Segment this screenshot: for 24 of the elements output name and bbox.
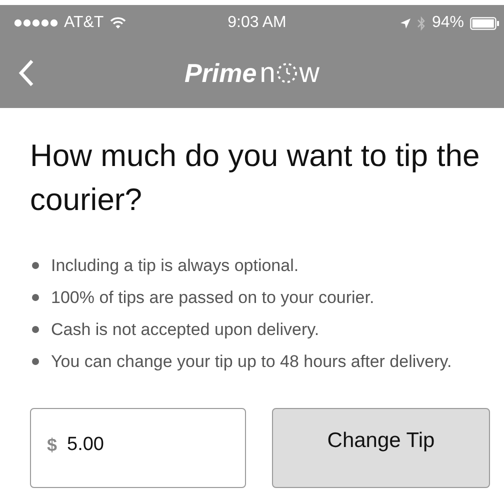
- page-heading: How much do you want to tip the courier?: [30, 137, 480, 219]
- note-text: Including a tip is always optional.: [51, 256, 299, 275]
- location-arrow-icon: [400, 18, 411, 28]
- logo-text-end: w: [299, 57, 320, 89]
- note-text: Cash is not accepted upon delivery.: [51, 320, 320, 339]
- status-time: 9:03 AM: [228, 14, 286, 32]
- note-text: 100% of tips are passed on to your courier.: [51, 288, 374, 307]
- note-text: You can change your tip up to 48 hours after delivery.: [51, 352, 452, 371]
- battery-percentage: 94%: [432, 14, 464, 32]
- battery-icon: [470, 16, 500, 30]
- carrier-name: AT&T: [64, 14, 104, 32]
- bluetooth-icon: [416, 16, 426, 30]
- clock-icon: [276, 62, 298, 84]
- wifi-icon: [110, 17, 126, 29]
- bullet-icon: [32, 294, 39, 302]
- bullet-icon: [32, 326, 39, 334]
- signal-icon: [14, 19, 58, 27]
- logo-text: Prime: [184, 58, 257, 88]
- change-tip-button[interactable]: Change Tip: [272, 408, 490, 488]
- chevron-left-icon: [18, 59, 34, 87]
- tip-amount-field[interactable]: $ 5.00: [30, 408, 246, 488]
- bullet-icon: [32, 358, 39, 366]
- bullet-icon: [32, 262, 39, 270]
- logo-text-light: n: [260, 57, 276, 89]
